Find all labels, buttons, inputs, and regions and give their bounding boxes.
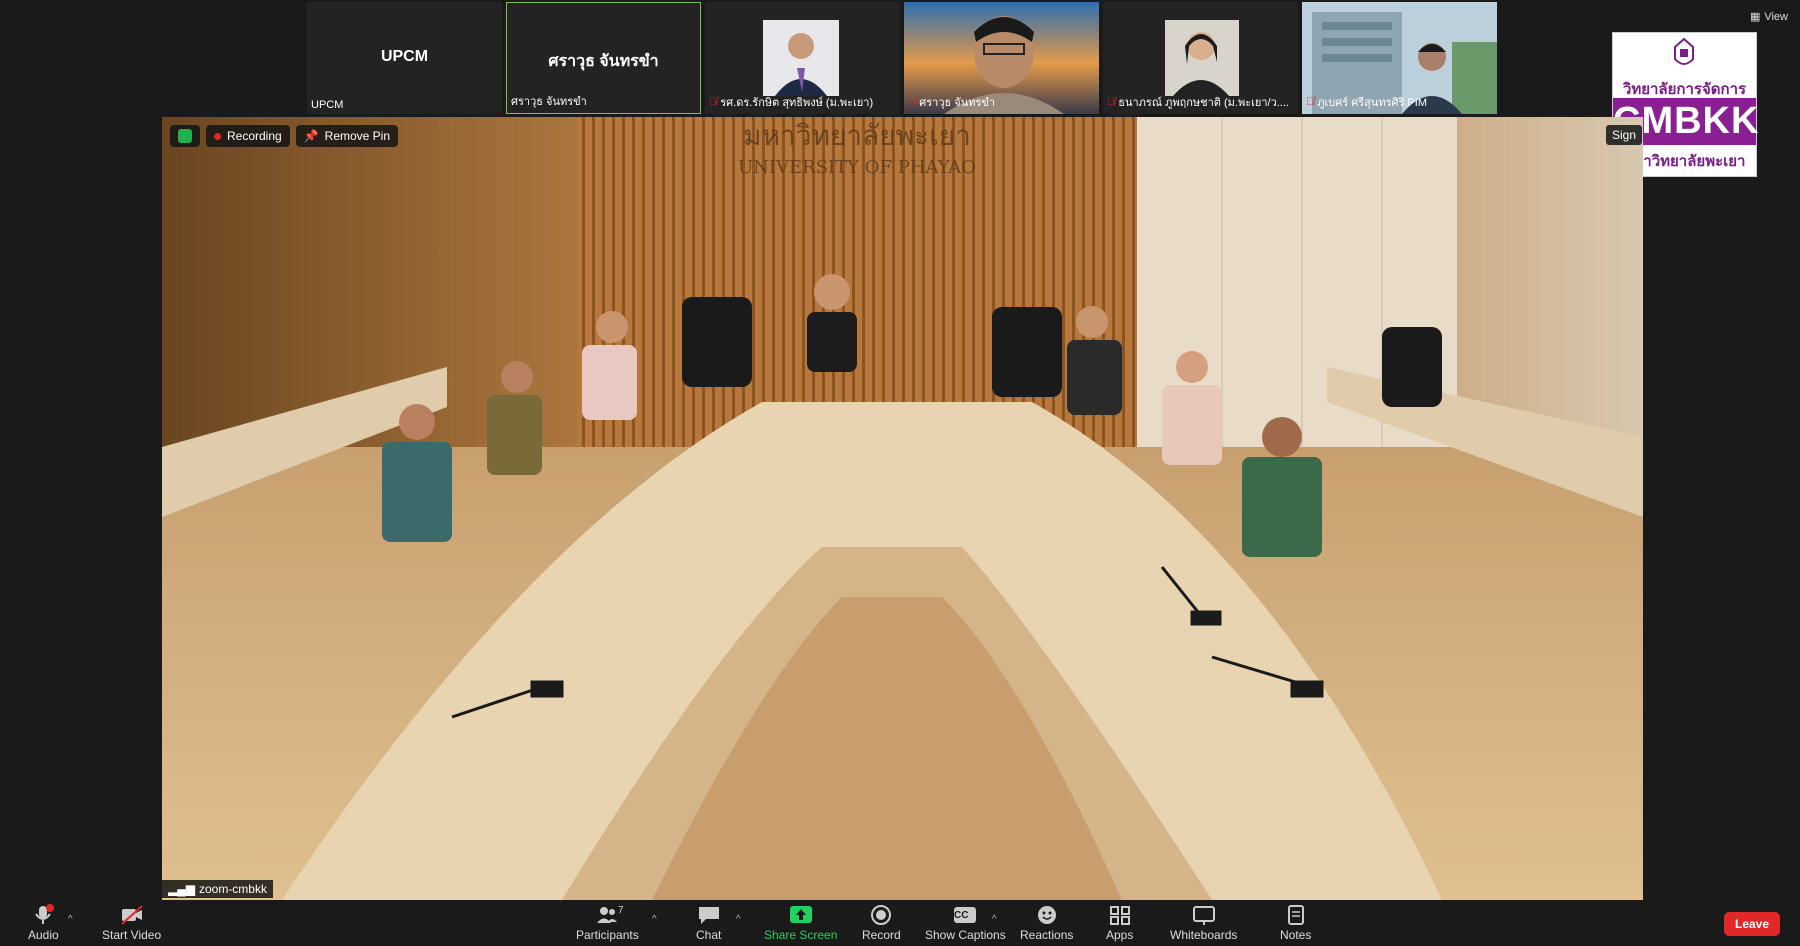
- share-screen-icon: [789, 906, 812, 923]
- record-dot-icon: [214, 132, 221, 140]
- tile-name-label: UPCM: [311, 99, 344, 111]
- chat-label: Chat: [696, 928, 722, 942]
- start-video-label: Start Video: [102, 928, 162, 942]
- show-captions-label: Show Captions: [925, 928, 1006, 942]
- tile-name-label: 🎙̸ ศราวุธ จันทรขำ: [908, 96, 996, 109]
- audio-label: Audio: [28, 928, 59, 942]
- participant-tile-upcm[interactable]: UPCM UPCM: [307, 2, 502, 114]
- chat-icon: [698, 907, 719, 924]
- wall-sign-english: UNIVERSITY OF PHAYAO: [738, 157, 976, 178]
- reactions-label: Reactions: [1020, 928, 1074, 942]
- participant-tile-video[interactable]: 🎙̸ ธนาภรณ์ ภูพฤกษชาติ (ม.พะเยา/ว....: [1103, 2, 1298, 114]
- chat-options-caret[interactable]: ^: [736, 914, 741, 925]
- participant-name: zoom-cmbkk: [198, 882, 267, 896]
- sign-language-button[interactable]: Sign: [1605, 125, 1642, 145]
- apps-button[interactable]: Apps: [1106, 904, 1133, 942]
- video-overlay-controls: Recording 📌 Remove Pin: [170, 125, 399, 147]
- gallery-strip: UPCM UPCM ศราวุธ จันทรขำ ศราวุธ จันทรขำ …: [307, 2, 1497, 114]
- tile-name-label: 🎙̸ ธนาภรณ์ ภูพฤกษชาติ (ม.พะเยา/ว....: [1107, 96, 1289, 109]
- video-off-icon: [120, 905, 143, 925]
- recording-indicator[interactable]: Recording: [206, 125, 290, 147]
- captions-options-caret[interactable]: ^: [992, 914, 997, 925]
- participant-tile-video[interactable]: 🎙̸ ศราวุธ จันทรขำ: [904, 2, 1099, 114]
- signal-strength-icon: ▂▄▆: [168, 882, 195, 896]
- recording-label: Recording: [227, 129, 282, 143]
- reactions-button[interactable]: Reactions: [1020, 904, 1073, 942]
- reactions-icon: [1037, 906, 1056, 924]
- tile-display-name: UPCM: [380, 48, 429, 65]
- mic-muted-icon: 🎙̸: [709, 96, 718, 108]
- mic-icon: [35, 904, 55, 924]
- audio-options-caret[interactable]: ^: [68, 914, 73, 925]
- pin-icon: 📌: [303, 129, 319, 143]
- whiteboard-icon: [1192, 906, 1215, 925]
- main-participant-name-tag: ▂▄▆ zoom-cmbkk: [162, 880, 273, 898]
- leave-button[interactable]: Leave: [1724, 912, 1780, 936]
- apps-icon: [1109, 906, 1130, 925]
- record-icon: [871, 905, 892, 925]
- shield-icon: [178, 129, 192, 143]
- meeting-room-scene: มหาวิทยาลัยพะเยา UNIVERSITY OF PHAYAO: [162, 117, 1643, 900]
- participant-tile-active-speaker[interactable]: ศราวุธ จันทรขำ ศราวุธ จันทรขำ: [506, 2, 701, 114]
- view-label: View: [1764, 10, 1788, 23]
- remove-pin-label: Remove Pin: [324, 129, 391, 143]
- audio-button[interactable]: Audio: [28, 904, 59, 942]
- mic-muted-icon: 🎙̸: [1107, 96, 1116, 108]
- mic-muted-icon: 🎙̸: [908, 96, 917, 108]
- main-video: มหาวิทยาลัยพะเยา UNIVERSITY OF PHAYAO: [162, 117, 1643, 900]
- tile-display-name: ศราวุธ จันทรขำ: [548, 53, 659, 70]
- cc-text: CC: [954, 910, 969, 921]
- whiteboards-label: Whiteboards: [1170, 928, 1238, 942]
- mic-muted-icon: 🎙̸: [1306, 96, 1315, 108]
- notes-icon: [1287, 905, 1304, 925]
- whiteboards-button[interactable]: Whiteboards: [1170, 904, 1237, 942]
- grid-view-icon: ▦: [1749, 11, 1761, 23]
- record-label: Record: [862, 928, 901, 942]
- apps-label: Apps: [1106, 928, 1134, 942]
- university-crest-icon: [1674, 37, 1694, 65]
- participant-tile-video[interactable]: 🎙̸ รศ.ดร.รักษิต สุทธิพงษ์ (ม.พะเยา): [705, 2, 900, 114]
- start-video-button[interactable]: Start Video: [102, 904, 161, 942]
- notes-label: Notes: [1280, 928, 1312, 942]
- view-button[interactable]: ▦ View: [1749, 10, 1788, 24]
- record-button[interactable]: Record: [862, 904, 901, 942]
- notes-button[interactable]: Notes: [1280, 904, 1311, 942]
- participants-icon: [597, 907, 618, 923]
- encryption-shield[interactable]: [170, 125, 200, 147]
- participants-label: Participants: [576, 928, 639, 942]
- participants-button[interactable]: Participants: [576, 904, 639, 942]
- wall-sign-thai: มหาวิทยาลัยพะเยา: [743, 119, 971, 152]
- chat-button[interactable]: Chat: [696, 904, 721, 942]
- share-screen-label: Share Screen: [764, 928, 838, 942]
- participants-options-caret[interactable]: ^: [652, 914, 657, 925]
- tile-name-label: 🎙̸ ภูเบศร์ ศรีสุนทรศิริ PIM: [1306, 96, 1427, 109]
- participants-count: 7: [618, 905, 624, 916]
- remove-pin-button[interactable]: 📌 Remove Pin: [295, 125, 399, 147]
- tile-name-label: ศราวุธ จันทรขำ: [511, 96, 587, 108]
- tile-name-label: 🎙̸ รศ.ดร.รักษิต สุทธิพงษ์ (ม.พะเยา): [709, 96, 874, 109]
- participant-tile-video[interactable]: 🎙̸ ภูเบศร์ ศรีสุนทรศิริ PIM: [1302, 2, 1497, 114]
- share-screen-button[interactable]: Share Screen: [764, 904, 837, 942]
- meeting-toolbar: Audio ^ Start Video Participants 7 ^ Cha…: [0, 900, 1800, 946]
